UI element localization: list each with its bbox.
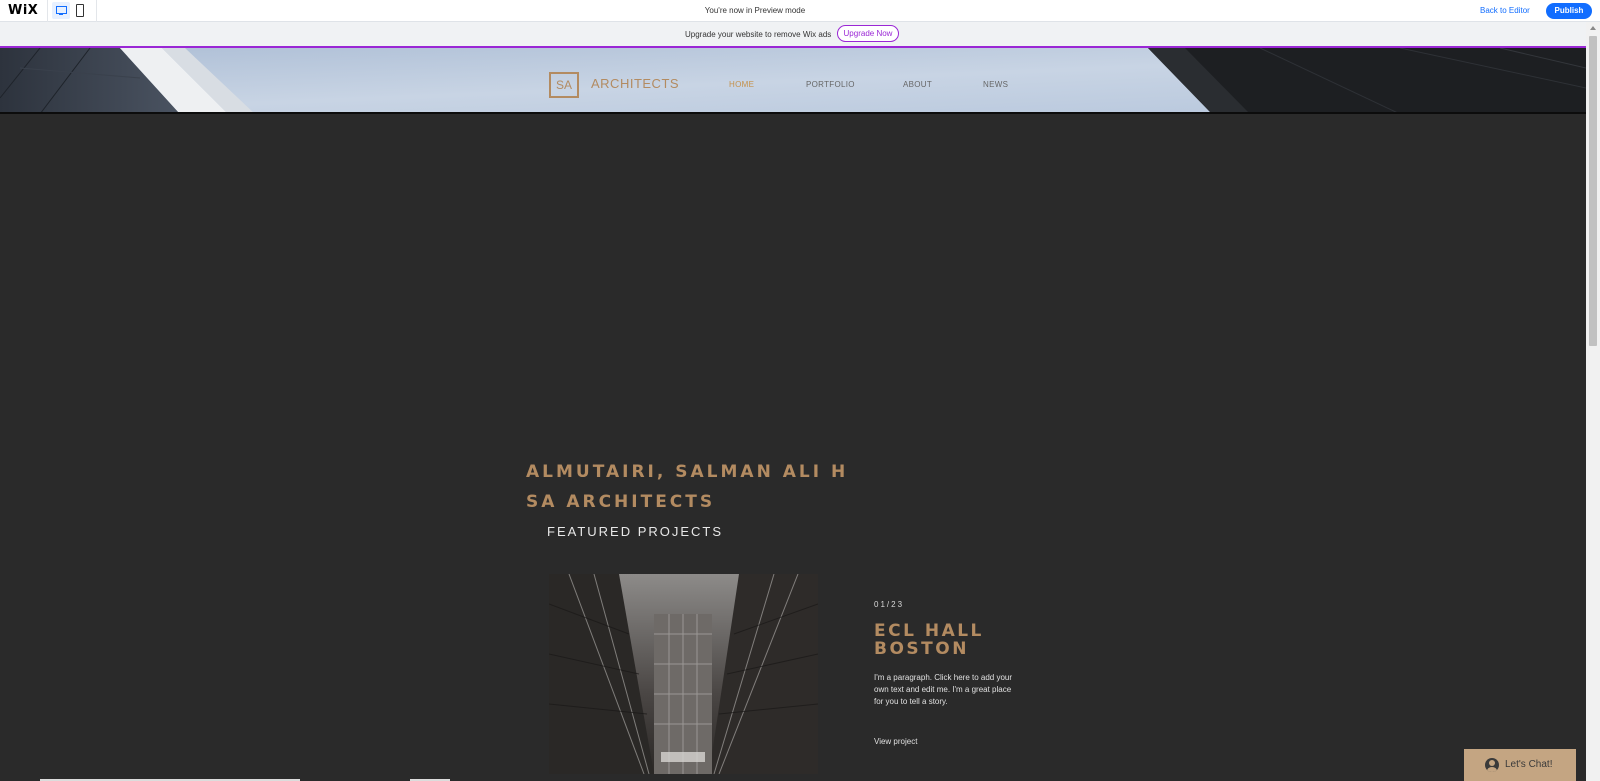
publish-button[interactable]: Publish — [1546, 3, 1592, 19]
nav-news[interactable]: NEWS — [983, 80, 1008, 89]
project-title-line-2: BOSTON — [874, 639, 969, 659]
project-title: ECL HALL BOSTON — [874, 622, 1034, 658]
project-description: I'm a paragraph. Click here to add your … — [874, 673, 1013, 706]
page-title: ALMUTAIRI, SALMAN ALI H SA ARCHITECTS — [526, 457, 848, 517]
preview-toolbar: WiX You're now in Preview mode Back to E… — [0, 0, 1600, 22]
nav-about[interactable]: ABOUT — [903, 80, 932, 89]
user-avatar-icon — [1485, 758, 1499, 772]
page-title-line-1: ALMUTAIRI, SALMAN ALI H — [526, 462, 849, 482]
view-project-link[interactable]: View project — [874, 737, 917, 746]
back-to-editor-link[interactable]: Back to Editor — [1480, 6, 1530, 15]
site-header: SA ARCHITECTS HOME PORTFOLIO ABOUT NEWS — [0, 48, 1586, 114]
preview-mode-message: You're now in Preview mode — [704, 6, 806, 15]
page-scrollbar[interactable] — [1586, 22, 1600, 781]
nav-home[interactable]: HOME — [729, 80, 754, 89]
project-counter: 01/23 — [874, 600, 905, 609]
project-photo — [549, 574, 818, 774]
project-title-line-1: ECL HALL — [874, 621, 984, 641]
featured-projects-heading: FEATURED PROJECTS — [547, 524, 724, 539]
page-title-line-2: SA ARCHITECTS — [526, 492, 716, 512]
chat-button-label: Let's Chat! — [1505, 759, 1553, 770]
scroll-up-arrow-icon[interactable] — [1590, 26, 1596, 30]
upgrade-banner-text: Upgrade your website to remove Wix ads — [685, 30, 832, 39]
header-background-image — [0, 48, 1586, 112]
project-image[interactable] — [549, 574, 818, 774]
nav-portfolio[interactable]: PORTFOLIO — [806, 80, 855, 89]
chat-button[interactable]: Let's Chat! — [1464, 749, 1576, 781]
scrollbar-thumb[interactable] — [1589, 36, 1597, 346]
upgrade-banner: Upgrade your website to remove Wix ads U… — [0, 22, 1586, 48]
site-logo-mark[interactable]: SA — [549, 72, 579, 98]
upgrade-now-button[interactable]: Upgrade Now — [837, 25, 899, 42]
site-logo-text[interactable]: ARCHITECTS — [591, 76, 679, 91]
